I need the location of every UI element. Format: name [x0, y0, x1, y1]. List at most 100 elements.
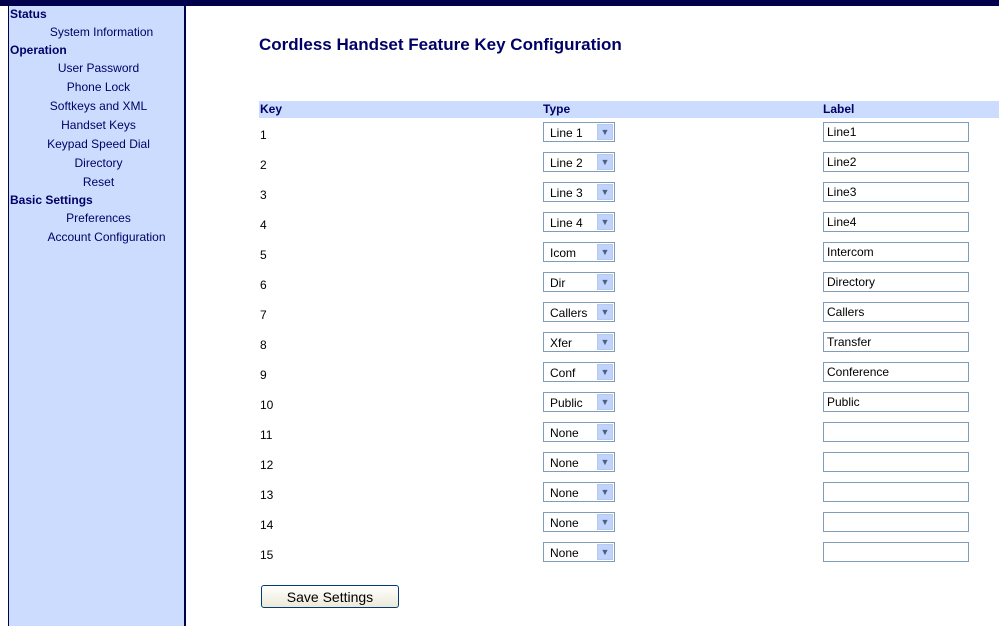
header-type: Type	[543, 102, 571, 116]
key-number: 4	[260, 218, 267, 232]
save-settings-button[interactable]: Save Settings	[261, 585, 399, 608]
chevron-down-icon[interactable]: ▼	[597, 124, 613, 140]
key-number: 3	[260, 188, 267, 202]
chevron-down-icon[interactable]: ▼	[597, 454, 613, 470]
label-input[interactable]	[823, 512, 969, 532]
table-header: Key Type Label	[259, 101, 999, 118]
label-input[interactable]	[823, 122, 969, 142]
type-select[interactable]: Line 2 ▼	[543, 152, 615, 172]
nav-item-system-information[interactable]: System Information	[9, 23, 184, 42]
type-select[interactable]: Callers ▼	[543, 302, 615, 322]
type-select[interactable]: None ▼	[543, 512, 615, 532]
label-input[interactable]	[823, 302, 969, 322]
label-input[interactable]	[823, 242, 969, 262]
key-number: 6	[260, 278, 267, 292]
type-select[interactable]: Line 3 ▼	[543, 182, 615, 202]
table-row: 11 None ▼	[259, 422, 999, 448]
nav-item-directory[interactable]: Directory	[9, 154, 184, 173]
chevron-down-icon[interactable]: ▼	[597, 424, 613, 440]
chevron-down-icon[interactable]: ▼	[597, 334, 613, 350]
chevron-down-icon[interactable]: ▼	[597, 304, 613, 320]
chevron-down-icon[interactable]: ▼	[597, 244, 613, 260]
chevron-down-icon[interactable]: ▼	[597, 364, 613, 380]
nav-item-phone-lock[interactable]: Phone Lock	[9, 78, 184, 97]
key-number: 12	[260, 458, 274, 472]
chevron-down-icon[interactable]: ▼	[597, 394, 613, 410]
main-content: Cordless Handset Feature Key Configurati…	[188, 6, 999, 626]
chevron-down-icon[interactable]: ▼	[597, 274, 613, 290]
sidebar-nav: Status System Information Operation User…	[8, 6, 186, 626]
table-row: 12 None ▼	[259, 452, 999, 478]
label-input[interactable]	[823, 182, 969, 202]
table-row: 2 Line 2 ▼	[259, 152, 999, 178]
type-select-value: None	[550, 456, 579, 470]
label-input[interactable]	[823, 392, 969, 412]
type-select-value: None	[550, 426, 579, 440]
type-select-value: None	[550, 516, 579, 530]
table-row: 14 None ▼	[259, 512, 999, 538]
chevron-down-icon[interactable]: ▼	[597, 184, 613, 200]
type-select-value: Line 2	[550, 156, 583, 170]
table-row: 9 Conf ▼	[259, 362, 999, 388]
key-number: 13	[260, 488, 274, 502]
type-select-value: Xfer	[550, 336, 573, 350]
type-select[interactable]: Xfer ▼	[543, 332, 615, 352]
label-input[interactable]	[823, 452, 969, 472]
nav-item-reset[interactable]: Reset	[9, 173, 184, 192]
table-row: 4 Line 4 ▼	[259, 212, 999, 238]
type-select[interactable]: Icom ▼	[543, 242, 615, 262]
label-input[interactable]	[823, 542, 969, 562]
key-number: 7	[260, 308, 267, 322]
type-select[interactable]: Conf ▼	[543, 362, 615, 382]
key-number: 8	[260, 338, 267, 352]
type-select-value: Public	[550, 396, 583, 410]
nav-section-status: Status	[10, 7, 47, 21]
key-number: 1	[260, 128, 267, 142]
label-input[interactable]	[823, 152, 969, 172]
key-number: 9	[260, 368, 267, 382]
type-select-value: Callers	[550, 306, 588, 320]
nav-item-keypad-speed-dial[interactable]: Keypad Speed Dial	[9, 135, 184, 154]
type-select[interactable]: None ▼	[543, 422, 615, 442]
table-row: 10 Public ▼	[259, 392, 999, 418]
type-select-value: Dir	[550, 276, 566, 290]
type-select-value: Line 3	[550, 186, 583, 200]
type-select[interactable]: Public ▼	[543, 392, 615, 412]
label-input[interactable]	[823, 212, 969, 232]
nav-section-basic-settings: Basic Settings	[10, 193, 93, 207]
label-input[interactable]	[823, 272, 969, 292]
chevron-down-icon[interactable]: ▼	[597, 154, 613, 170]
type-select[interactable]: None ▼	[543, 482, 615, 502]
type-select-value: None	[550, 546, 579, 560]
header-label: Label	[823, 102, 855, 116]
table-row: 8 Xfer ▼	[259, 332, 999, 358]
key-number: 5	[260, 248, 267, 262]
key-number: 14	[260, 518, 274, 532]
type-select[interactable]: None ▼	[543, 452, 615, 472]
table-row: 15 None ▼	[259, 542, 999, 568]
nav-item-account-configuration[interactable]: Account Configuration	[9, 228, 184, 247]
label-input[interactable]	[823, 362, 969, 382]
chevron-down-icon[interactable]: ▼	[597, 514, 613, 530]
nav-item-softkeys-and-xml[interactable]: Softkeys and XML	[9, 97, 184, 116]
type-select[interactable]: Line 4 ▼	[543, 212, 615, 232]
chevron-down-icon[interactable]: ▼	[597, 484, 613, 500]
type-select[interactable]: Dir ▼	[543, 272, 615, 292]
label-input[interactable]	[823, 332, 969, 352]
table-row: 6 Dir ▼	[259, 272, 999, 298]
chevron-down-icon[interactable]: ▼	[597, 214, 613, 230]
type-select[interactable]: Line 1 ▼	[543, 122, 615, 142]
key-number: 15	[260, 548, 274, 562]
type-select[interactable]: None ▼	[543, 542, 615, 562]
chevron-down-icon[interactable]: ▼	[597, 544, 613, 560]
label-input[interactable]	[823, 422, 969, 442]
nav-item-handset-keys[interactable]: Handset Keys	[9, 116, 184, 135]
nav-item-preferences[interactable]: Preferences	[9, 209, 184, 228]
nav-section-operation: Operation	[10, 43, 67, 57]
type-select-value: Line 1	[550, 126, 583, 140]
key-number: 2	[260, 158, 267, 172]
nav-item-user-password[interactable]: User Password	[9, 59, 184, 78]
page-title: Cordless Handset Feature Key Configurati…	[259, 35, 622, 54]
table-row: 5 Icom ▼	[259, 242, 999, 268]
label-input[interactable]	[823, 482, 969, 502]
